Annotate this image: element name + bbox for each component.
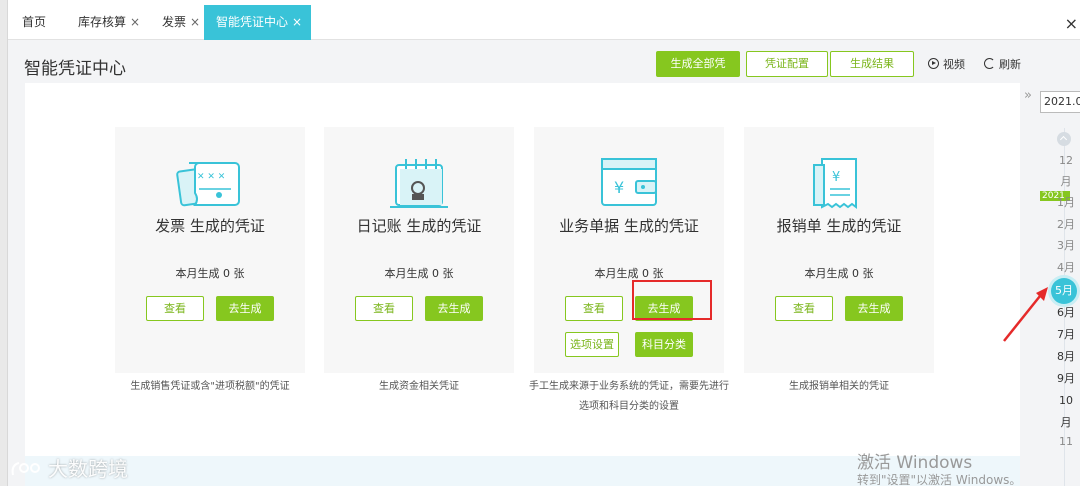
main-content: ✕ ✕ ✕ 发票 生成的凭证 本月生成 0 张 查看 去生成 日记账 生成的凭证… xyxy=(25,83,1020,486)
generate-button[interactable]: 去生成 xyxy=(216,296,274,321)
month-item[interactable]: 7月 xyxy=(1052,328,1080,342)
card-count: 本月生成 0 张 xyxy=(804,267,874,280)
refresh-link[interactable]: 刷新 xyxy=(984,56,1021,72)
tab-close-icon[interactable]: × xyxy=(130,15,140,29)
month-item[interactable]: 1月 xyxy=(1052,196,1080,210)
highlight-annotation-box xyxy=(632,280,712,320)
svg-text:¥: ¥ xyxy=(832,170,840,185)
windows-activation-title: 激活 Windows xyxy=(857,453,973,473)
month-item[interactable]: 月 xyxy=(1052,175,1080,189)
invoice-icon: ✕ ✕ ✕ xyxy=(176,162,240,207)
generate-button[interactable]: 去生成 xyxy=(425,296,483,321)
account-category-button[interactable]: 科目分类 xyxy=(635,332,693,357)
view-button[interactable]: 查看 xyxy=(146,296,204,321)
generate-button[interactable]: 去生成 xyxy=(845,296,903,321)
card-title: 报销单 生成的凭证 xyxy=(776,217,902,235)
tab-close-icon[interactable]: × xyxy=(190,15,200,29)
card-title: 发票 生成的凭证 xyxy=(155,217,265,235)
collapse-icon[interactable]: » xyxy=(1024,88,1032,103)
expense-voucher-card: ¥ 报销单 生成的凭证 本月生成 0 张 查看 去生成 xyxy=(744,127,934,373)
tab-bar: 首页 库存核算 × 发票 × 智能凭证中心 × × xyxy=(8,0,1080,40)
watermark-logo-icon xyxy=(11,462,40,476)
option-settings-button[interactable]: 选项设置 xyxy=(565,332,619,357)
view-button[interactable]: 查看 xyxy=(565,296,623,321)
active-month-item[interactable]: 5月 xyxy=(1051,278,1077,304)
svg-text:✕ ✕ ✕: ✕ ✕ ✕ xyxy=(197,172,225,182)
card-description: 生成资金相关凭证 xyxy=(379,381,459,392)
receipt-icon: ¥ xyxy=(813,158,857,209)
month-item[interactable]: 10 xyxy=(1052,394,1080,408)
journal-voucher-card: 日记账 生成的凭证 本月生成 0 张 查看 去生成 xyxy=(324,127,514,373)
svg-text:¥: ¥ xyxy=(614,178,624,197)
page-header: 智能凭证中心 生成全部凭 凭证配置 生成结果 视频 刷新 xyxy=(8,40,1080,86)
business-doc-voucher-card: ¥ 业务单据 生成的凭证 本月生成 0 张 查看 去生成 选项设置 科目分类 xyxy=(534,127,724,373)
tab-label: 库存核算 xyxy=(78,15,127,29)
page-title: 智能凭证中心 xyxy=(24,59,126,79)
refresh-label: 刷新 xyxy=(999,58,1021,71)
wallet-icon: ¥ xyxy=(601,158,657,206)
view-button[interactable]: 查看 xyxy=(775,296,833,321)
month-item[interactable]: 8月 xyxy=(1052,350,1080,364)
tab-close-icon[interactable]: × xyxy=(292,15,302,29)
month-item[interactable]: 12 xyxy=(1052,154,1080,168)
month-item[interactable]: 9月 xyxy=(1052,372,1080,386)
journal-icon xyxy=(390,159,448,208)
month-item[interactable]: 2月 xyxy=(1052,218,1080,232)
invoice-voucher-card: ✕ ✕ ✕ 发票 生成的凭证 本月生成 0 张 查看 去生成 xyxy=(115,127,305,373)
tab-home[interactable]: 首页 xyxy=(10,5,58,40)
left-edge-bar xyxy=(0,0,8,486)
watermark: 大数跨境 xyxy=(10,453,128,482)
month-item[interactable]: 3月 xyxy=(1052,239,1080,253)
tab-label: 发票 xyxy=(162,15,187,29)
window-close-icon[interactable]: × xyxy=(1065,14,1078,33)
voucher-config-button[interactable]: 凭证配置 xyxy=(746,51,828,77)
tab-invoice[interactable]: 发票 × xyxy=(150,5,212,40)
card-title: 业务单据 生成的凭证 xyxy=(559,217,699,235)
scroll-up-icon[interactable] xyxy=(1057,132,1071,146)
month-item[interactable]: 6月 xyxy=(1052,306,1080,320)
card-title: 日记账 生成的凭证 xyxy=(356,217,482,235)
video-link[interactable]: 视频 xyxy=(928,56,965,72)
card-count: 本月生成 0 张 xyxy=(594,267,664,280)
card-count: 本月生成 0 张 xyxy=(384,267,454,280)
play-icon xyxy=(928,58,939,69)
card-description: 生成销售凭证或含"进项税额"的凭证 xyxy=(130,381,290,392)
generate-all-button[interactable]: 生成全部凭 xyxy=(656,51,740,77)
video-label: 视频 xyxy=(943,58,965,71)
date-picker-input[interactable]: 2021.05 xyxy=(1040,91,1080,113)
tab-label: 首页 xyxy=(22,15,47,29)
tab-inventory-accounting[interactable]: 库存核算 × xyxy=(66,5,152,40)
card-description: 生成报销单相关的凭证 xyxy=(789,381,889,392)
month-item[interactable]: 11 xyxy=(1052,435,1080,449)
tab-label: 智能凭证中心 xyxy=(216,15,289,29)
view-button[interactable]: 查看 xyxy=(355,296,413,321)
card-description: 手工生成来源于业务系统的凭证，需要先进行选项和科目分类的设置 xyxy=(529,381,729,412)
generate-result-button[interactable]: 生成结果 xyxy=(830,51,914,77)
refresh-icon xyxy=(984,58,995,69)
tab-smart-voucher-center[interactable]: 智能凭证中心 × xyxy=(204,5,311,40)
month-item[interactable]: 月 xyxy=(1052,416,1080,430)
watermark-text: 大数跨境 xyxy=(48,457,128,481)
month-item[interactable]: 4月 xyxy=(1052,261,1080,275)
windows-activation-subtitle: 转到"设置"以激活 Windows。 xyxy=(857,473,1022,486)
card-count: 本月生成 0 张 xyxy=(175,267,245,280)
annotation-arrow-icon xyxy=(1003,287,1048,342)
